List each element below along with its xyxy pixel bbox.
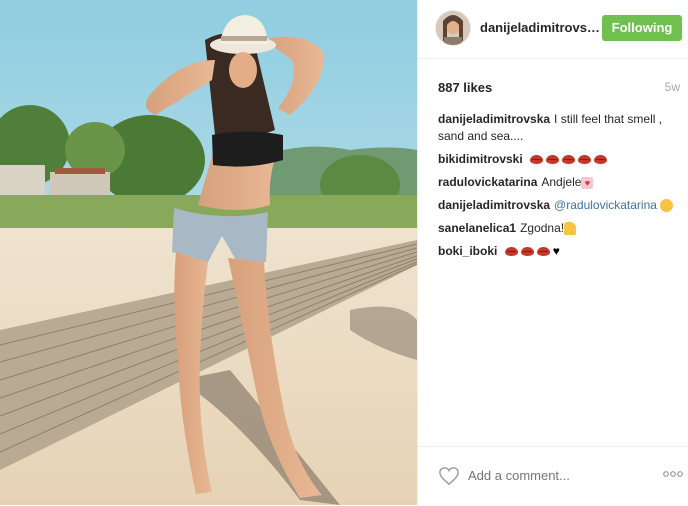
post-photo[interactable] — [0, 0, 417, 505]
add-comment-input[interactable] — [468, 468, 618, 483]
post-time[interactable]: 5w — [665, 80, 680, 94]
comment-bar — [418, 446, 688, 506]
comment-item: danijeladimitrovska I still feel that sme… — [438, 111, 678, 145]
beach-photo-image — [0, 0, 417, 505]
lips-icon — [536, 247, 550, 257]
avatar[interactable] — [436, 11, 470, 45]
mention-link[interactable]: @radulovickatarina — [554, 198, 657, 212]
comments-list: danijeladimitrovska I still feel that sme… — [438, 111, 678, 266]
lips-icon — [594, 155, 608, 165]
lips-icon — [504, 247, 518, 257]
comment-username[interactable]: radulovickatarina — [438, 175, 537, 189]
comment-item: danijeladimitrovska @radulovickatarina — [438, 197, 678, 214]
kiss-face-icon — [660, 199, 674, 213]
lips-icon — [578, 155, 592, 165]
likes-count[interactable]: 887 likes — [438, 80, 492, 95]
username[interactable]: danijeladimitrovska — [480, 20, 600, 35]
ellipsis-icon[interactable] — [662, 469, 684, 479]
comment-text: Zgodna! — [520, 221, 565, 235]
post-header: danijeladimitrovska Following — [418, 0, 688, 59]
following-button[interactable]: Following — [602, 15, 682, 41]
comment-username[interactable]: sanelanelica1 — [438, 221, 516, 235]
comment-item: boki_iboki ♥ — [438, 243, 678, 260]
comment-username[interactable]: bikidimitrovski — [438, 152, 523, 166]
comment-username[interactable]: danijeladimitrovska — [438, 112, 550, 126]
comment-item: sanelanelica1 Zgodna! — [438, 220, 678, 237]
comment-item: radulovickatarina Andjele ♥ — [438, 174, 678, 191]
post-side-panel: danijeladimitrovska Following 887 likes … — [417, 0, 688, 505]
lips-icon — [530, 155, 544, 165]
heart-box-icon: ♥ — [581, 176, 594, 189]
avatar-image — [436, 11, 470, 45]
comment-username[interactable]: danijeladimitrovska — [438, 198, 550, 212]
black-heart-icon: ♥ — [552, 244, 560, 259]
comment-item: bikidimitrovski — [438, 151, 678, 168]
comment-text: Andjele — [541, 175, 582, 189]
lips-icon — [546, 155, 560, 165]
comment-username[interactable]: boki_iboki — [438, 244, 497, 258]
lips-icon — [520, 247, 534, 257]
lips-icon — [562, 155, 576, 165]
like-heart-icon[interactable] — [438, 466, 460, 486]
thumbs-up-icon — [564, 222, 577, 236]
